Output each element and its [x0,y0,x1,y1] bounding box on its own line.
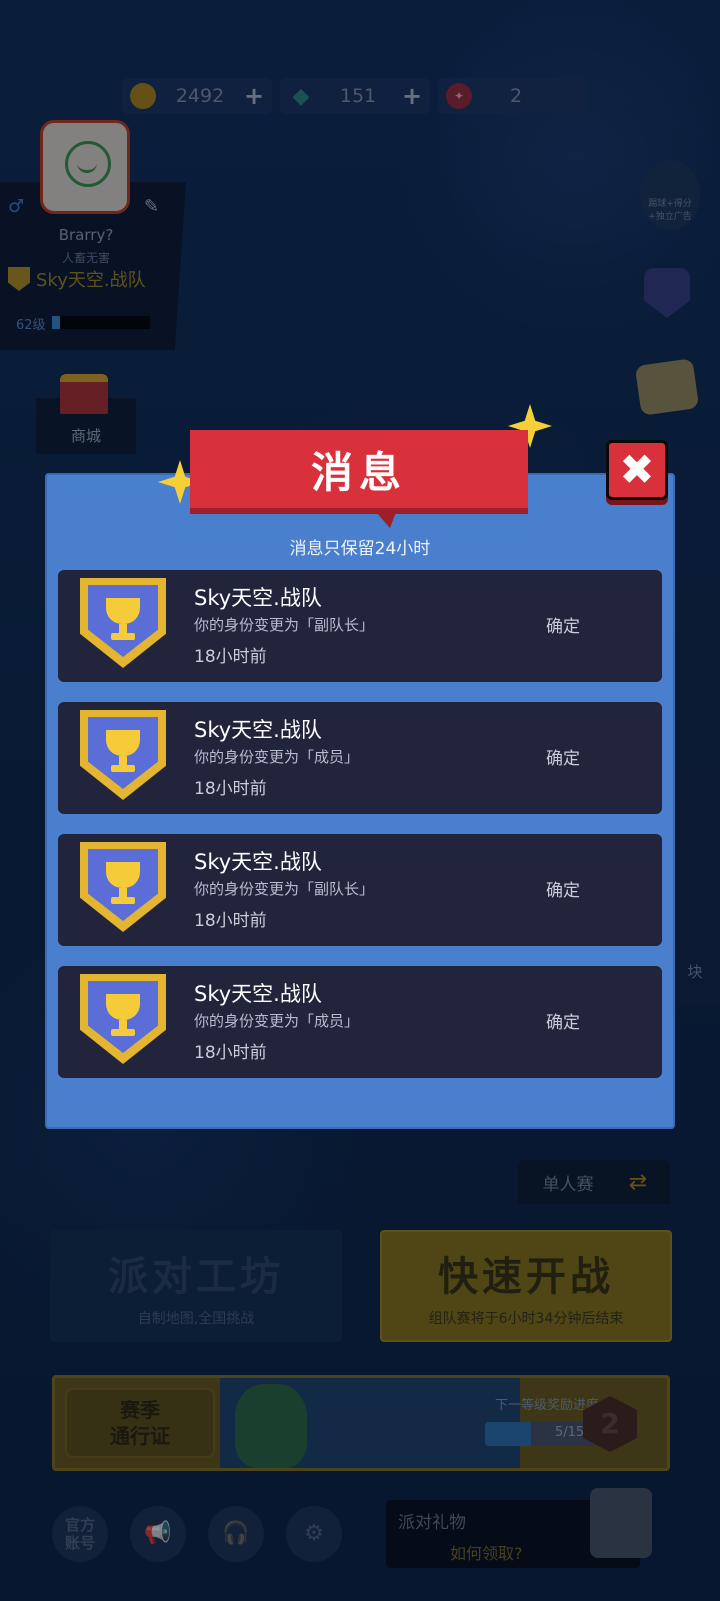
message-team: Sky天空.战队 [194,850,322,874]
confirm-button[interactable]: 确定 [534,740,592,773]
confirm-button[interactable]: 确定 [534,608,592,641]
message-time: 18小时前 [194,647,267,667]
confirm-button[interactable]: 确定 [534,1004,592,1037]
message-body: 你的身份变更为「副队长」 [194,616,375,634]
message-item: Sky天空.战队 你的身份变更为「成员」 18小时前 确定 [58,966,662,1078]
message-time: 18小时前 [194,779,267,799]
message-body: 你的身份变更为「副队长」 [194,880,375,898]
message-time: 18小时前 [194,911,267,931]
message-team: Sky天空.战队 [194,982,322,1006]
message-body: 你的身份变更为「成员」 [194,748,360,766]
trophy-icon [80,578,166,668]
message-item: Sky天空.战队 你的身份变更为「副队长」 18小时前 确定 [58,570,662,682]
modal-note: 消息只保留24小时 [289,539,431,559]
message-team: Sky天空.战队 [194,718,322,742]
modal-title-banner: 消息 [190,430,528,528]
trophy-icon [80,710,166,800]
confirm-button[interactable]: 确定 [534,872,592,905]
message-list: Sky天空.战队 你的身份变更为「副队长」 18小时前 确定 Sky天空.战队 … [58,570,662,1098]
message-team: Sky天空.战队 [194,586,322,610]
message-body: 你的身份变更为「成员」 [194,1012,360,1030]
message-item: Sky天空.战队 你的身份变更为「成员」 18小时前 确定 [58,702,662,814]
banner-notch [376,512,396,528]
trophy-icon [80,974,166,1064]
message-item: Sky天空.战队 你的身份变更为「副队长」 18小时前 确定 [58,834,662,946]
trophy-icon [80,842,166,932]
message-time: 18小时前 [194,1043,267,1063]
close-icon[interactable]: ✖ [606,440,668,500]
modal-title: 消息 [310,447,407,497]
